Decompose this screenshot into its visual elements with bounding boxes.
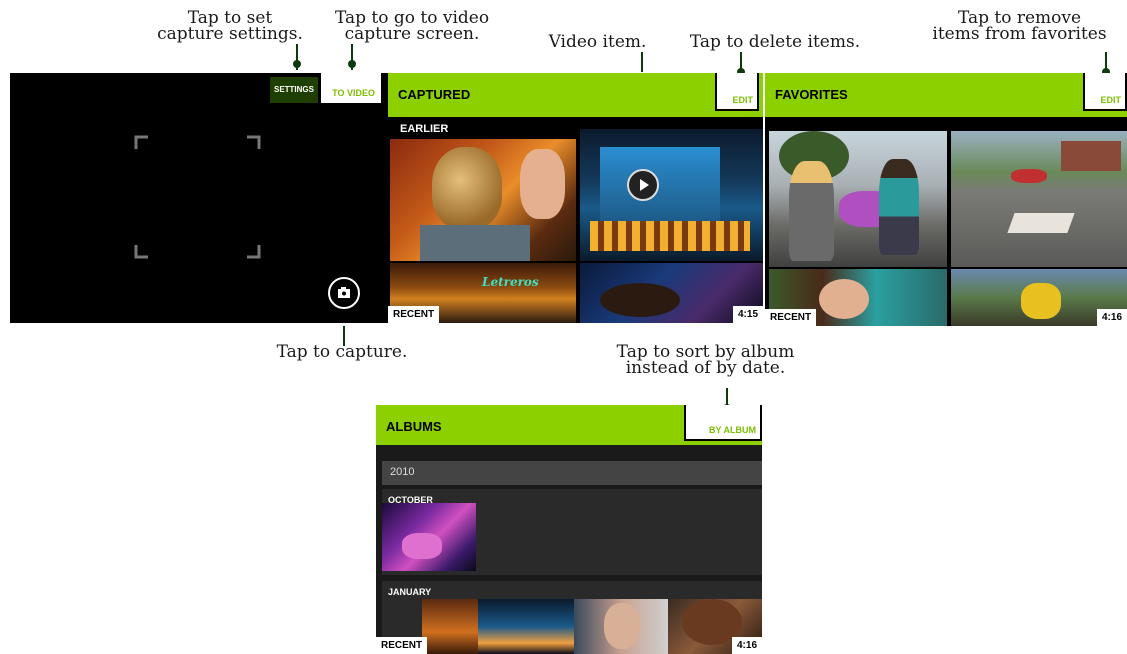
yellow-shirt-shape bbox=[1021, 283, 1061, 319]
albums-recent-tag[interactable]: RECENT bbox=[376, 637, 428, 654]
favorites-edit-label: EDIT bbox=[1100, 95, 1121, 105]
leader-video-item-top bbox=[641, 52, 643, 72]
callout-remove-favorites: Tap to remove items from favorites bbox=[932, 8, 1107, 44]
man-face bbox=[604, 603, 640, 649]
captured-header: CAPTURED bbox=[388, 73, 763, 117]
building-lights bbox=[590, 221, 750, 251]
play-button[interactable] bbox=[627, 169, 659, 201]
by-album-button[interactable]: BY ALBUM bbox=[684, 405, 762, 441]
callout-video-item: Video item. bbox=[548, 32, 647, 52]
favorites-recent-tag[interactable]: RECENT bbox=[765, 309, 817, 326]
neon-sign-text: Letreros bbox=[482, 275, 539, 289]
year-label: 2010 bbox=[390, 466, 415, 478]
favorites-edit-button[interactable]: EDIT bbox=[1083, 73, 1127, 111]
albums-panel: ALBUMS BY ALBUM 2010 OCTOBER JANUARY REC… bbox=[376, 405, 762, 654]
callout-sort-album: Tap to sort by album instead of by date. bbox=[616, 342, 795, 378]
captured-edit-button[interactable]: EDIT bbox=[715, 73, 759, 111]
captured-time: 4:15 bbox=[732, 306, 763, 323]
leader-dot-settings bbox=[293, 60, 301, 68]
guitarist-shape bbox=[402, 533, 442, 559]
callout-capture: Tap to capture. bbox=[276, 342, 408, 362]
january-photo-orange[interactable] bbox=[422, 599, 478, 654]
captured-edit-label: EDIT bbox=[732, 95, 753, 105]
october-photo-concert[interactable] bbox=[382, 503, 476, 571]
year-row[interactable]: 2010 bbox=[382, 461, 762, 485]
mask-person-right bbox=[520, 149, 565, 219]
captured-panel: CAPTURED EDIT EARLIER Letreros RECENT 4:… bbox=[388, 73, 763, 323]
leader-capture bbox=[343, 326, 345, 346]
mask-shape bbox=[432, 147, 502, 229]
jumper-shape bbox=[1011, 169, 1047, 183]
january-label: JANUARY bbox=[388, 587, 432, 597]
captured-title: CAPTURED bbox=[398, 87, 471, 102]
mask-body bbox=[420, 225, 530, 261]
leader-dot-to-video bbox=[348, 60, 356, 68]
captured-recent-tag[interactable]: RECENT bbox=[388, 306, 440, 323]
girl-face bbox=[819, 279, 869, 319]
albums-time: 4:16 bbox=[731, 637, 762, 654]
albums-title: ALBUMS bbox=[386, 419, 442, 434]
january-photo-building[interactable] bbox=[478, 599, 574, 654]
dancer-hair bbox=[600, 283, 680, 317]
house-shape bbox=[1061, 141, 1121, 171]
camera-capture-icon bbox=[338, 287, 350, 298]
capture-button[interactable] bbox=[328, 277, 360, 309]
captured-photo-mask[interactable] bbox=[390, 139, 576, 261]
captured-section-earlier: EARLIER bbox=[400, 123, 449, 135]
favorites-panel: FAVORITES EDIT RECENT 4:16 bbox=[765, 73, 1127, 326]
favorites-photo-mattress[interactable] bbox=[951, 131, 1127, 267]
favorites-photo-street[interactable] bbox=[769, 131, 947, 267]
callout-video-capture: Tap to go to video capture screen. bbox=[334, 8, 490, 44]
october-group[interactable]: OCTOBER bbox=[382, 489, 762, 575]
person-blonde bbox=[789, 161, 834, 261]
january-photo-man[interactable] bbox=[574, 599, 668, 654]
by-album-label: BY ALBUM bbox=[709, 425, 756, 435]
captured-video-item[interactable] bbox=[580, 129, 763, 261]
person-teal bbox=[879, 159, 919, 255]
mattress-shape bbox=[1007, 213, 1075, 233]
favorites-header: FAVORITES bbox=[765, 73, 1127, 117]
play-icon bbox=[640, 179, 649, 191]
favorites-title: FAVORITES bbox=[775, 87, 848, 102]
favorites-time: 4:16 bbox=[1096, 309, 1127, 326]
callout-capture-settings: Tap to set capture settings. bbox=[157, 8, 303, 44]
january-group[interactable]: JANUARY bbox=[382, 581, 762, 654]
camera-viewfinder[interactable]: SETTINGS TO VIDEO bbox=[10, 73, 388, 323]
callout-delete-items: Tap to delete items. bbox=[689, 32, 861, 52]
